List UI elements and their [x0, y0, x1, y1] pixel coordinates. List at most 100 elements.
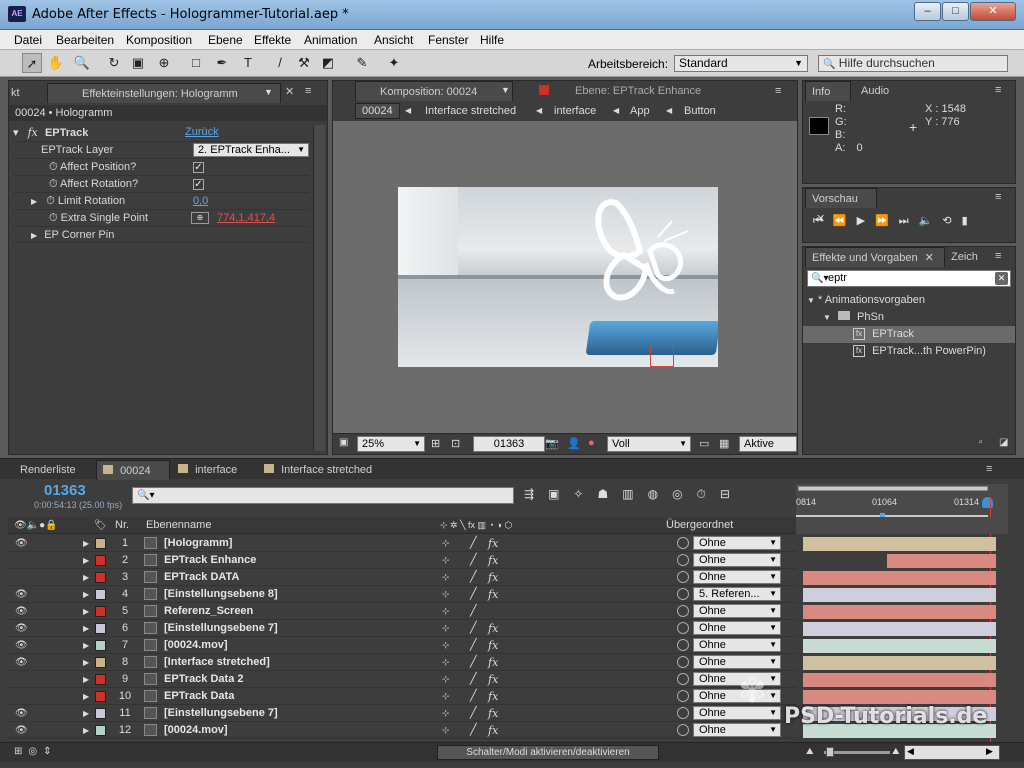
menu-effekte[interactable]: Effekte — [254, 33, 291, 47]
quality-switch-icon[interactable]: ╱ — [470, 722, 477, 739]
layer-row[interactable]: ▶ 3 EPTrack DATA ⊹ ╱ fx Ohne ▼ — [8, 569, 796, 586]
eye-icon[interactable]: 👁 — [15, 637, 28, 654]
parent-select[interactable]: Ohne ▼ — [693, 672, 781, 686]
menu-animation[interactable]: Animation — [304, 33, 357, 47]
crumb-button[interactable]: Button — [684, 101, 716, 121]
pickwhip-icon[interactable] — [677, 656, 689, 668]
parent-select[interactable]: Ohne ▼ — [693, 655, 781, 669]
menu-komposition[interactable]: Komposition — [126, 33, 192, 47]
layer-name[interactable]: EPTrack Data — [164, 688, 234, 705]
zoom-tool-icon[interactable]: 🔍 — [72, 53, 92, 73]
audio-icon[interactable]: 🔈 — [919, 215, 943, 227]
shy-switch-icon[interactable]: ⊹ — [442, 535, 450, 552]
menu-hilfe[interactable]: Hilfe — [480, 33, 504, 47]
layer-name[interactable]: Referenz_Screen — [164, 603, 253, 620]
shy-switch-icon[interactable]: ⊹ — [442, 620, 450, 637]
fx-switch-icon[interactable]: fx — [488, 637, 498, 654]
parent-select[interactable]: Ohne ▼ — [693, 706, 781, 720]
time-zoom-handle[interactable] — [826, 747, 834, 757]
tab-composition[interactable]: Komposition: 00024 — [355, 81, 513, 101]
pan-behind-tool-icon[interactable]: ⊕ — [154, 53, 174, 73]
disclosure-closed-icon[interactable]: ▶ — [83, 620, 89, 637]
layer-row[interactable]: ▶ 10 EPTrack Data ⊹ ╱ fx Ohne ▼ — [8, 688, 796, 705]
presets-search-input[interactable]: 🔍▾ eptr ✕ — [807, 270, 1011, 287]
toggle-switches-modes-button[interactable]: Schalter/Modi aktivieren/deaktivieren — [437, 745, 659, 760]
fx-switch-icon[interactable]: fx — [488, 654, 498, 671]
layer-duration-bar[interactable] — [803, 656, 996, 670]
tab-effect-controls[interactable]: Effekteinstellungen: Hologramm — [47, 83, 281, 103]
playhead-icon[interactable] — [982, 497, 993, 508]
fx-switch-icon[interactable]: fx — [488, 552, 498, 569]
fx-switch-icon[interactable]: fx — [488, 705, 498, 722]
disclosure-closed-icon[interactable]: ▶ — [31, 231, 37, 240]
menu-fenster[interactable]: Fenster — [428, 33, 469, 47]
transparency-icon[interactable]: ⊡ — [451, 437, 460, 450]
disclosure-closed-icon[interactable]: ▶ — [83, 552, 89, 569]
label-color-swatch[interactable] — [95, 623, 106, 634]
layer-row[interactable]: 👁 ▶ 7 [00024.mov] ⊹ ╱ fx Ohne ▼ — [8, 637, 796, 654]
layer-row[interactable]: 👁 ▶ 11 [Einstellungsebene 7] ⊹ ╱ fx Ohne ▼ — [8, 705, 796, 722]
parent-select[interactable]: Ohne ▼ — [693, 638, 781, 652]
panel-menu-icon[interactable]: ≡ — [305, 85, 311, 97]
fx-switch-icon[interactable]: fx — [488, 535, 498, 552]
shy-switch-icon[interactable]: ⊹ — [442, 586, 450, 603]
disclosure-closed-icon[interactable]: ▶ — [83, 535, 89, 552]
current-time-field[interactable]: 01363 — [473, 436, 545, 452]
label-color-swatch[interactable] — [95, 691, 106, 702]
hand-tool-icon[interactable]: ✋ — [46, 53, 66, 73]
clone-stamp-tool-icon[interactable]: ⚒ — [294, 53, 314, 73]
label-color-swatch[interactable] — [95, 640, 106, 651]
layer-name[interactable]: [Interface stretched] — [164, 654, 270, 671]
crumb-00024[interactable]: 00024 — [355, 103, 400, 119]
parent-select[interactable]: Ohne ▼ — [693, 553, 781, 567]
transfer-controls-icon[interactable]: ◎ — [28, 746, 43, 757]
person-icon[interactable]: 👤 — [567, 437, 581, 450]
chevron-down-icon[interactable]: ▼ — [501, 85, 510, 95]
shy-switch-icon[interactable]: ⊹ — [442, 637, 450, 654]
tab-left-cut[interactable]: kt — [9, 83, 33, 103]
fx-icon[interactable]: fx — [28, 126, 38, 139]
label-color-swatch[interactable] — [95, 555, 106, 566]
workspace-select[interactable]: Standard ▼ — [674, 55, 808, 72]
tree-item-phsn[interactable]: ▼ PhSn — [823, 309, 1011, 326]
scroll-left-icon[interactable]: ◀ — [907, 746, 914, 757]
chevron-down-icon[interactable]: ▼ — [264, 87, 273, 97]
resolution-select[interactable]: Voll ▼ — [607, 436, 691, 452]
quality-switch-icon[interactable]: ╱ — [470, 586, 477, 603]
layer-name[interactable]: [00024.mov] — [164, 722, 228, 739]
loop-icon[interactable]: ⟲ — [942, 215, 961, 227]
close-icon[interactable]: ✕ — [285, 85, 294, 98]
panel-menu-icon[interactable]: ≡ — [986, 463, 992, 475]
quality-switch-icon[interactable]: ╱ — [470, 688, 477, 705]
tab-interface-stretched[interactable]: Interface stretched — [258, 460, 388, 480]
fx-switch-icon[interactable]: fx — [488, 569, 498, 586]
disclosure-closed-icon[interactable]: ▶ — [83, 705, 89, 722]
quality-switch-icon[interactable]: ╱ — [470, 620, 477, 637]
live-update-icon[interactable]: ▣ — [548, 487, 573, 501]
layer-row[interactable]: 👁 ▶ 12 [00024.mov] ⊹ ╱ fx Ohne ▼ — [8, 722, 796, 739]
grid-icon[interactable]: ▣ — [339, 437, 348, 448]
frame-blend-icon[interactable]: ▥ — [622, 487, 647, 501]
tree-item-eptrack-powerpin[interactable]: fx EPTrack...th PowerPin) — [853, 343, 1013, 360]
new-preset-icon[interactable]: ◪ — [999, 437, 1008, 448]
graph-editor-icon[interactable]: ⊟ — [720, 487, 744, 501]
layer-duration-bar[interactable] — [803, 673, 996, 687]
panel-menu-icon[interactable]: ≡ — [995, 250, 1001, 262]
parent-select[interactable]: Ohne ▼ — [693, 621, 781, 635]
rotate-tool-icon[interactable]: ↻ — [104, 53, 124, 73]
quality-switch-icon[interactable]: ╱ — [470, 654, 477, 671]
shy-switch-icon[interactable]: ⊹ — [442, 688, 450, 705]
auto-keyframe-icon[interactable]: ⏱ — [697, 487, 720, 501]
eye-icon[interactable]: 👁 — [15, 586, 28, 603]
quality-switch-icon[interactable]: ╱ — [470, 603, 477, 620]
crumb-app[interactable]: App — [630, 101, 650, 121]
disclosure-closed-icon[interactable]: ▶ — [83, 654, 89, 671]
eye-icon[interactable]: 👁 — [15, 620, 28, 637]
tab-layer[interactable]: Ebene: EPTrack Enhance — [569, 81, 729, 101]
in-out-icon[interactable]: ⇕ — [43, 746, 57, 757]
label-color-swatch[interactable] — [95, 674, 106, 685]
label-color-swatch[interactable] — [95, 572, 106, 583]
eraser-tool-icon[interactable]: ◩ — [318, 53, 338, 73]
layer-row[interactable]: 👁 ▶ 5 Referenz_Screen ⊹ ╱ Ohne ▼ — [8, 603, 796, 620]
limit-rotation-value[interactable]: 0,0 — [193, 193, 208, 210]
